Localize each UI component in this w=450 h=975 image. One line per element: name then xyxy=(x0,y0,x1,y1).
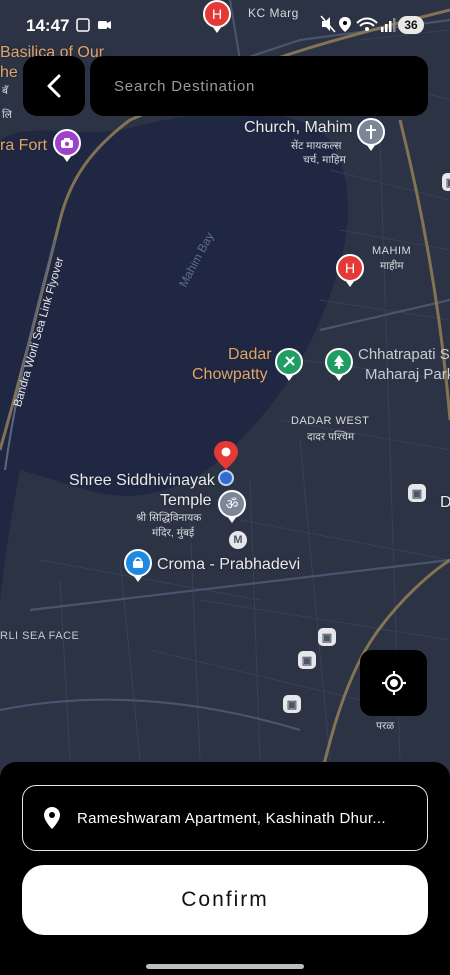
area-label-dadar-west-marathi: दादर पश्चिम xyxy=(307,431,355,443)
poi-label-church: Church, Mahim xyxy=(244,119,353,136)
road-label-sea-face: RLI SEA FACE xyxy=(0,630,80,642)
poi-label-croma: Croma - Prabhadevi xyxy=(157,556,301,573)
my-location-icon xyxy=(381,671,406,695)
poi-label-church-marathi-2: चर्च, माहिम xyxy=(303,154,346,166)
church-pin-icon[interactable] xyxy=(357,118,385,151)
poi-label-shivaji-park-2: Maharaj Park xyxy=(365,366,450,383)
poi-label-basilica-marathi: बॅ xyxy=(2,85,8,97)
train-station-icon-3[interactable]: ▣ xyxy=(298,651,316,669)
poi-label-fort: ra Fort xyxy=(0,137,48,154)
screenshot-record-icons xyxy=(76,18,111,32)
train-station-icon-5[interactable]: ▣ xyxy=(442,173,450,191)
train-station-icon[interactable]: ▣ xyxy=(408,484,426,502)
park-pin-icon[interactable] xyxy=(325,348,353,381)
area-label-mahim: MAHIM xyxy=(372,245,412,257)
poi-label-shivaji-park: Chhatrapati S xyxy=(358,346,450,363)
area-label-dadar-west: DADAR WEST xyxy=(291,415,370,427)
poi-label-dadar-chowpatty-2: Chowpatty xyxy=(192,366,268,383)
poi-label-siddhivinayak-2: Temple xyxy=(160,492,212,509)
poi-label-church-marathi: सेंट मायकल्स xyxy=(291,140,342,152)
poi-label-dadar-chowpatty: Dadar xyxy=(228,346,272,363)
area-label-parel-marathi: परळ xyxy=(376,720,395,732)
camera-pin-icon[interactable] xyxy=(53,129,81,162)
status-bar: 14:47 36 xyxy=(0,0,450,50)
beach-pin-icon[interactable] xyxy=(275,348,303,381)
train-station-icon-2[interactable]: ▣ xyxy=(318,628,336,646)
area-label-mahim-marathi: माहीम xyxy=(380,260,404,272)
search-destination-input[interactable] xyxy=(112,76,416,96)
confirm-button[interactable]: Confirm xyxy=(22,865,428,935)
shopping-pin-icon[interactable] xyxy=(124,549,152,582)
status-time: 14:47 xyxy=(26,16,70,35)
home-indicator[interactable] xyxy=(146,964,304,969)
chevron-left-icon xyxy=(47,74,61,98)
selected-location-pin-icon xyxy=(214,441,238,486)
location-pin-icon xyxy=(44,807,60,829)
my-location-button[interactable] xyxy=(360,650,427,716)
poi-label-basilica-marathi-2: लि xyxy=(2,109,12,121)
selected-address-text: Rameshwaram Apartment, Kashinath Dhur... xyxy=(77,809,386,827)
poi-label-siddhivinayak: Shree Siddhivinayak xyxy=(69,472,215,489)
poi-label-basilica-2: he xyxy=(0,64,18,81)
poi-label-siddhivinayak-marathi: श्री सिद्धिविनायक xyxy=(136,512,202,524)
status-icons xyxy=(320,15,396,33)
poi-label-siddhivinayak-marathi-2: मंदिर, मुंबई xyxy=(152,527,195,539)
temple-pin-icon[interactable]: ॐ xyxy=(218,490,246,523)
selected-address-field[interactable]: Rameshwaram Apartment, Kashinath Dhur... xyxy=(22,785,428,851)
area-label-edge: D xyxy=(440,494,450,511)
hospital-pin-icon-mahim[interactable]: H xyxy=(336,254,364,287)
battery-level: 36 xyxy=(398,16,424,34)
back-button[interactable] xyxy=(23,56,85,116)
metro-station-icon[interactable]: M xyxy=(229,531,247,549)
search-bar[interactable] xyxy=(90,56,428,116)
train-station-icon-4[interactable]: ▣ xyxy=(283,695,301,713)
